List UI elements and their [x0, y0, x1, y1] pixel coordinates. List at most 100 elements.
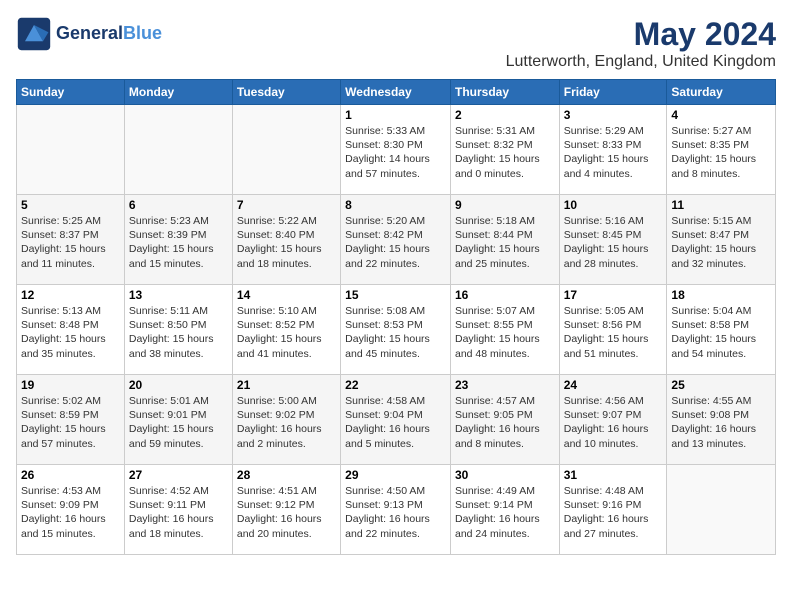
- title-area: May 2024 Lutterworth, England, United Ki…: [506, 16, 776, 71]
- day-of-week-header: Saturday: [667, 80, 776, 105]
- day-number: 20: [129, 378, 228, 392]
- day-of-week-header: Tuesday: [232, 80, 340, 105]
- calendar-cell: 1Sunrise: 5:33 AMSunset: 8:30 PMDaylight…: [341, 105, 451, 195]
- calendar-cell: 18 Sunrise: 5:04 AMSunset: 8:58 PMDayligh…: [667, 285, 776, 375]
- day-of-week-header: Friday: [559, 80, 667, 105]
- day-number: 11: [671, 198, 771, 212]
- calendar-cell: 9 Sunrise: 5:18 AMSunset: 8:44 PMDaylight…: [450, 195, 559, 285]
- calendar-cell: 20 Sunrise: 5:01 AMSunset: 9:01 PMDayligh…: [124, 375, 232, 465]
- day-info: Sunrise: 4:49 AMSunset: 9:14 PMDaylight:…: [455, 484, 555, 541]
- logo: GeneralBlue: [16, 16, 162, 52]
- calendar-cell: 30 Sunrise: 4:49 AMSunset: 9:14 PMDayligh…: [450, 465, 559, 555]
- day-info: Sunrise: 5:07 AMSunset: 8:55 PMDaylight:…: [455, 304, 555, 361]
- day-info: Sunrise: 4:55 AMSunset: 9:08 PMDaylight:…: [671, 394, 771, 451]
- day-info: Sunrise: 4:48 AMSunset: 9:16 PMDaylight:…: [564, 484, 663, 541]
- day-info: Sunrise: 5:02 AMSunset: 8:59 PMDaylight:…: [21, 394, 120, 451]
- calendar-week-row: 26 Sunrise: 4:53 AMSunset: 9:09 PMDayligh…: [17, 465, 776, 555]
- day-info: Sunrise: 4:51 AMSunset: 9:12 PMDaylight:…: [237, 484, 336, 541]
- calendar-cell: 21Sunrise: 5:00 AMSunset: 9:02 PMDayligh…: [232, 375, 340, 465]
- day-number: 17: [564, 288, 663, 302]
- logo-text: GeneralBlue: [56, 24, 162, 44]
- day-number: 24: [564, 378, 663, 392]
- day-info: Sunrise: 4:52 AMSunset: 9:11 PMDaylight:…: [129, 484, 228, 541]
- calendar-week-row: 19 Sunrise: 5:02 AMSunset: 8:59 PMDayligh…: [17, 375, 776, 465]
- day-number: 10: [564, 198, 663, 212]
- day-number: 28: [237, 468, 336, 482]
- day-of-week-header: Thursday: [450, 80, 559, 105]
- calendar-cell: 25 Sunrise: 4:55 AMSunset: 9:08 PMDayligh…: [667, 375, 776, 465]
- calendar-cell: 13Sunrise: 5:11 AMSunset: 8:50 PMDayligh…: [124, 285, 232, 375]
- day-number: 8: [345, 198, 446, 212]
- calendar-cell: 27 Sunrise: 4:52 AMSunset: 9:11 PMDayligh…: [124, 465, 232, 555]
- day-info: Sunrise: 5:00 AMSunset: 9:02 PMDaylight:…: [237, 394, 336, 451]
- day-info: Sunrise: 5:29 AMSunset: 8:33 PMDaylight:…: [564, 124, 663, 181]
- calendar-cell: 7 Sunrise: 5:22 AMSunset: 8:40 PMDaylight…: [232, 195, 340, 285]
- day-number: 19: [21, 378, 120, 392]
- calendar-header-row: SundayMondayTuesdayWednesdayThursdayFrid…: [17, 80, 776, 105]
- calendar-cell: 15 Sunrise: 5:08 AMSunset: 8:53 PMDayligh…: [341, 285, 451, 375]
- day-info: Sunrise: 5:18 AMSunset: 8:44 PMDaylight:…: [455, 214, 555, 271]
- day-info: Sunrise: 5:15 AMSunset: 8:47 PMDaylight:…: [671, 214, 771, 271]
- day-number: 6: [129, 198, 228, 212]
- logo-icon: [16, 16, 52, 52]
- day-number: 4: [671, 108, 771, 122]
- calendar-cell: 2 Sunrise: 5:31 AMSunset: 8:32 PMDaylight…: [450, 105, 559, 195]
- day-number: 31: [564, 468, 663, 482]
- day-number: 16: [455, 288, 555, 302]
- day-number: 30: [455, 468, 555, 482]
- calendar-cell: 26 Sunrise: 4:53 AMSunset: 9:09 PMDayligh…: [17, 465, 125, 555]
- calendar-cell: 16 Sunrise: 5:07 AMSunset: 8:55 PMDayligh…: [450, 285, 559, 375]
- calendar-cell: 3Sunrise: 5:29 AMSunset: 8:33 PMDaylight…: [559, 105, 667, 195]
- calendar-cell: [232, 105, 340, 195]
- day-number: 18: [671, 288, 771, 302]
- calendar-cell: 4 Sunrise: 5:27 AMSunset: 8:35 PMDaylight…: [667, 105, 776, 195]
- day-info: Sunrise: 5:10 AMSunset: 8:52 PMDaylight:…: [237, 304, 336, 361]
- day-info: Sunrise: 5:08 AMSunset: 8:53 PMDaylight:…: [345, 304, 446, 361]
- day-info: Sunrise: 5:31 AMSunset: 8:32 PMDaylight:…: [455, 124, 555, 181]
- day-info: Sunrise: 4:53 AMSunset: 9:09 PMDaylight:…: [21, 484, 120, 541]
- day-info: Sunrise: 4:56 AMSunset: 9:07 PMDaylight:…: [564, 394, 663, 451]
- day-number: 14: [237, 288, 336, 302]
- day-info: Sunrise: 5:05 AMSunset: 8:56 PMDaylight:…: [564, 304, 663, 361]
- day-info: Sunrise: 5:22 AMSunset: 8:40 PMDaylight:…: [237, 214, 336, 271]
- day-number: 22: [345, 378, 446, 392]
- calendar-cell: 5 Sunrise: 5:25 AMSunset: 8:37 PMDaylight…: [17, 195, 125, 285]
- day-of-week-header: Sunday: [17, 80, 125, 105]
- day-number: 7: [237, 198, 336, 212]
- day-info: Sunrise: 5:20 AMSunset: 8:42 PMDaylight:…: [345, 214, 446, 271]
- day-number: 2: [455, 108, 555, 122]
- day-info: Sunrise: 4:50 AMSunset: 9:13 PMDaylight:…: [345, 484, 446, 541]
- calendar-cell: 10 Sunrise: 5:16 AMSunset: 8:45 PMDayligh…: [559, 195, 667, 285]
- calendar-cell: 24 Sunrise: 4:56 AMSunset: 9:07 PMDayligh…: [559, 375, 667, 465]
- calendar-cell: 6 Sunrise: 5:23 AMSunset: 8:39 PMDaylight…: [124, 195, 232, 285]
- day-number: 5: [21, 198, 120, 212]
- day-number: 9: [455, 198, 555, 212]
- day-of-week-header: Wednesday: [341, 80, 451, 105]
- calendar-cell: 11 Sunrise: 5:15 AMSunset: 8:47 PMDayligh…: [667, 195, 776, 285]
- page-header: GeneralBlue May 2024 Lutterworth, Englan…: [16, 16, 776, 71]
- day-info: Sunrise: 5:27 AMSunset: 8:35 PMDaylight:…: [671, 124, 771, 181]
- day-info: Sunrise: 5:04 AMSunset: 8:58 PMDaylight:…: [671, 304, 771, 361]
- calendar-cell: 31 Sunrise: 4:48 AMSunset: 9:16 PMDayligh…: [559, 465, 667, 555]
- day-number: 15: [345, 288, 446, 302]
- day-info: Sunrise: 4:58 AMSunset: 9:04 PMDaylight:…: [345, 394, 446, 451]
- day-number: 26: [21, 468, 120, 482]
- day-info: Sunrise: 5:01 AMSunset: 9:01 PMDaylight:…: [129, 394, 228, 451]
- day-of-week-header: Monday: [124, 80, 232, 105]
- day-number: 29: [345, 468, 446, 482]
- calendar-cell: 12Sunrise: 5:13 AMSunset: 8:48 PMDayligh…: [17, 285, 125, 375]
- calendar-cell: 28 Sunrise: 4:51 AMSunset: 9:12 PMDayligh…: [232, 465, 340, 555]
- day-info: Sunrise: 4:57 AMSunset: 9:05 PMDaylight:…: [455, 394, 555, 451]
- day-info: Sunrise: 5:16 AMSunset: 8:45 PMDaylight:…: [564, 214, 663, 271]
- calendar-table: SundayMondayTuesdayWednesdayThursdayFrid…: [16, 79, 776, 555]
- calendar-cell: [17, 105, 125, 195]
- day-number: 13: [129, 288, 228, 302]
- day-number: 27: [129, 468, 228, 482]
- day-info: Sunrise: 5:23 AMSunset: 8:39 PMDaylight:…: [129, 214, 228, 271]
- calendar-week-row: 5 Sunrise: 5:25 AMSunset: 8:37 PMDaylight…: [17, 195, 776, 285]
- day-info: Sunrise: 5:25 AMSunset: 8:37 PMDaylight:…: [21, 214, 120, 271]
- day-number: 25: [671, 378, 771, 392]
- month-title: May 2024: [506, 16, 776, 53]
- calendar-cell: [124, 105, 232, 195]
- day-number: 23: [455, 378, 555, 392]
